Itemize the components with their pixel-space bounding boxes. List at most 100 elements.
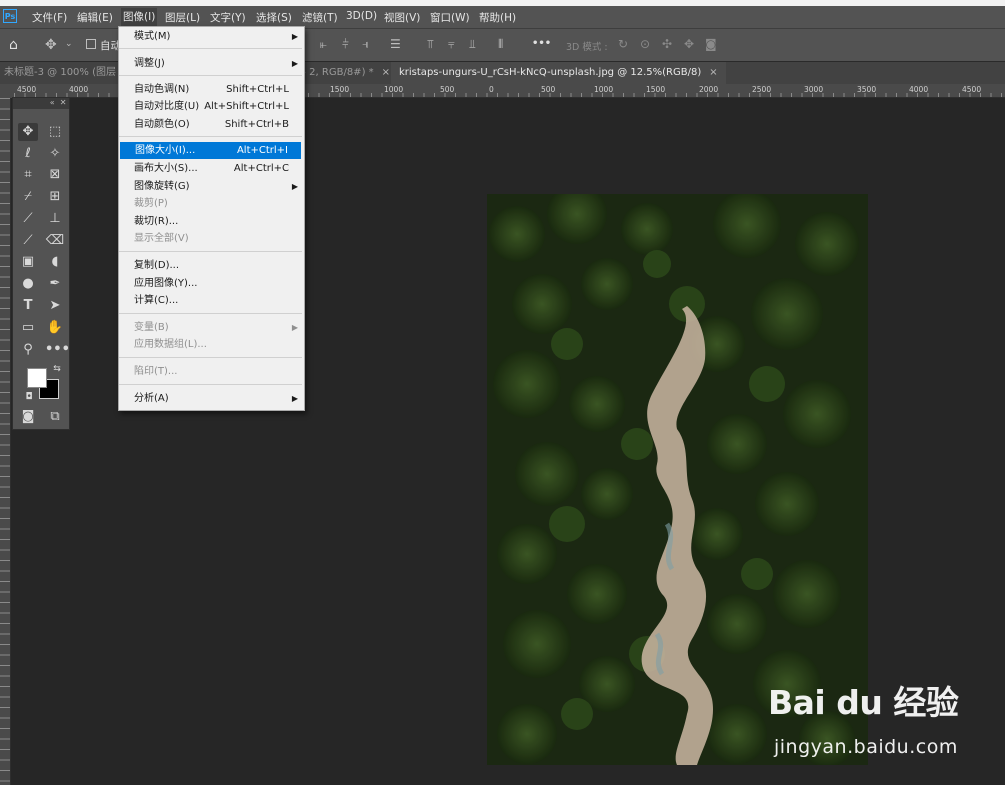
foreground-color-swatch[interactable] <box>27 368 47 388</box>
menu-3d[interactable]: 3D(D) <box>346 10 377 22</box>
brush-tool-icon[interactable]: ⟋ <box>18 210 38 228</box>
menu-edit[interactable]: 编辑(E) <box>77 10 113 25</box>
submenu-arrow-icon: ▶ <box>291 323 298 332</box>
blur-tool-icon[interactable]: ◖ <box>45 253 65 271</box>
menu-item-calculations[interactable]: 计算(C)... <box>119 292 302 309</box>
menu-select[interactable]: 选择(S) <box>256 10 292 25</box>
menu-item-mode[interactable]: 模式(M) ▶ <box>119 28 302 45</box>
menu-view[interactable]: 视图(V) <box>384 10 420 25</box>
default-colors-icon[interactable]: ◘ <box>23 388 35 406</box>
pen-tool-icon[interactable]: ✒ <box>45 275 65 293</box>
close-icon[interactable]: × <box>382 67 390 78</box>
ruler-label: 2500 <box>752 85 772 94</box>
gradient-tool-icon[interactable]: ▣ <box>18 253 38 271</box>
ruler-label: 1500 <box>330 85 350 94</box>
menu-item-crop[interactable]: 裁剪(P) <box>119 195 302 212</box>
3d-camera-icon[interactable]: ◙ <box>705 37 717 51</box>
watermark-site-text: jingyan.baidu.com <box>774 736 958 758</box>
3d-roll-icon[interactable]: ⊙ <box>640 37 650 51</box>
menu-item-trim[interactable]: 裁切(R)... <box>119 213 302 230</box>
3d-pan-icon[interactable]: ✣ <box>662 37 672 51</box>
move-tool-icon[interactable]: ✥ <box>18 123 38 141</box>
home-icon[interactable]: ⌂ <box>9 37 18 53</box>
align-middle-v-icon[interactable]: ⫧ <box>448 37 455 52</box>
align-right-icon[interactable]: ⫣ <box>362 37 369 52</box>
distribute-vertical-icon[interactable]: ⦀ <box>498 37 503 52</box>
menu-help[interactable]: 帮助(H) <box>479 10 516 25</box>
marquee-tool-icon[interactable]: ⬚ <box>45 123 65 141</box>
clone-stamp-tool-icon[interactable]: ⊥ <box>45 210 65 228</box>
tools-panel: « ✕ ✥ ⬚ ℓ ✧ ⌗ ⊠ ⌿ ⊞ ⟋ ⊥ ⟋ ⌫ ▣ ◖ ● ✒ T ➤ … <box>12 97 70 430</box>
eraser-tool-icon[interactable]: ⌫ <box>45 232 65 250</box>
hand-tool-icon[interactable]: ✋ <box>45 319 65 337</box>
menu-item-apply-data-set[interactable]: 应用数据组(L)... <box>119 336 302 353</box>
healing-brush-tool-icon[interactable]: ⊞ <box>45 188 65 206</box>
menu-separator <box>119 357 302 358</box>
path-selection-tool-icon[interactable]: ➤ <box>45 297 65 315</box>
ruler-label: 1000 <box>594 85 614 94</box>
menu-item-canvas-size[interactable]: 画布大小(S)... Alt+Ctrl+C <box>119 160 302 177</box>
3d-slide-icon[interactable]: ✥ <box>684 37 694 51</box>
frame-tool-icon[interactable]: ⊠ <box>45 166 65 184</box>
menu-item-image-rotation[interactable]: 图像旋转(G) ▶ <box>119 178 302 195</box>
3d-mode-label: 3D 模式 : <box>566 42 608 53</box>
menu-item-adjustments[interactable]: 调整(J) ▶ <box>119 55 302 72</box>
menu-item-reveal-all[interactable]: 显示全部(V) <box>119 230 302 247</box>
menu-separator <box>119 251 302 252</box>
history-brush-tool-icon[interactable]: ⟋ <box>18 232 38 250</box>
menu-filter[interactable]: 滤镜(T) <box>302 10 338 25</box>
zoom-tool-icon[interactable]: ⚲ <box>18 341 38 359</box>
menu-item-trap[interactable]: 陷印(T)... <box>119 363 302 380</box>
eyedropper-tool-icon[interactable]: ⌿ <box>18 188 38 206</box>
auto-select-checkbox[interactable] <box>86 39 96 49</box>
3d-orbit-icon[interactable]: ↻ <box>618 37 628 51</box>
menu-bar: Ps 文件(F) 编辑(E) 图像(I) 图层(L) 文字(Y) 选择(S) 滤… <box>0 6 1005 28</box>
menu-item-auto-tone[interactable]: 自动色调(N) Shift+Ctrl+L <box>119 81 302 98</box>
chevron-down-icon[interactable]: ⌄ <box>65 39 73 49</box>
tools-panel-header[interactable]: « ✕ <box>13 98 69 109</box>
close-icon[interactable]: ✕ <box>60 98 67 107</box>
menu-separator <box>119 48 302 49</box>
distribute-icon[interactable]: ☰ <box>390 37 401 51</box>
more-tools-icon[interactable]: ••• <box>45 341 70 359</box>
close-icon[interactable]: × <box>709 67 717 78</box>
lasso-tool-icon[interactable]: ℓ <box>18 145 38 163</box>
menu-item-variables[interactable]: 变量(B) ▶ <box>119 319 302 336</box>
menu-separator <box>119 384 302 385</box>
more-options-button[interactable]: ••• <box>532 38 551 49</box>
menu-item-auto-contrast[interactable]: 自动对比度(U) Alt+Shift+Ctrl+L <box>119 98 302 115</box>
menu-item-apply-image[interactable]: 应用图像(Y)... <box>119 275 302 292</box>
menu-item-auto-color[interactable]: 自动颜色(O) Shift+Ctrl+B <box>119 116 302 133</box>
rectangle-tool-icon[interactable]: ▭ <box>18 319 38 337</box>
menu-item-duplicate[interactable]: 复制(D)... <box>119 257 302 274</box>
vertical-ruler[interactable] <box>0 98 11 785</box>
screen-mode-icon[interactable]: ⧉ <box>45 408 65 426</box>
submenu-arrow-icon: ▶ <box>291 32 298 41</box>
align-bottom-icon[interactable]: ⫫ <box>469 37 476 52</box>
menu-layer[interactable]: 图层(L) <box>165 10 200 25</box>
menu-item-image-size[interactable]: 图像大小(I)... Alt+Ctrl+I <box>120 142 301 159</box>
crop-tool-icon[interactable]: ⌗ <box>18 166 38 184</box>
menu-file[interactable]: 文件(F) <box>32 10 67 25</box>
submenu-arrow-icon: ▶ <box>291 59 298 68</box>
type-tool-icon[interactable]: T <box>18 297 38 315</box>
menu-separator <box>119 75 302 76</box>
menu-window[interactable]: 窗口(W) <box>430 10 470 25</box>
swap-colors-icon[interactable]: ⇆ <box>51 360 63 378</box>
magic-wand-tool-icon[interactable]: ✧ <box>45 145 65 163</box>
align-left-icon[interactable]: ⫦ <box>320 37 327 52</box>
dodge-tool-icon[interactable]: ● <box>18 275 38 293</box>
tab-kristaps-photo[interactable]: kristaps-ungurs-U_rCsH-kNcQ-unsplash.jpg… <box>391 62 726 84</box>
collapse-icon[interactable]: « <box>50 98 55 107</box>
menu-image[interactable]: 图像(I) <box>121 8 158 26</box>
quick-mask-icon[interactable]: ◙ <box>18 408 38 426</box>
menu-item-analysis[interactable]: 分析(A) ▶ <box>119 390 302 407</box>
tab-untitled-3[interactable]: 未标题-3 @ 100% (图层 <box>4 62 116 84</box>
menu-separator <box>119 136 302 137</box>
align-center-h-icon[interactable]: ⫩ <box>342 37 349 52</box>
align-top-icon[interactable]: ⫪ <box>427 37 434 52</box>
tab-layer-2[interactable]: 层 2, RGB/8#) * × <box>296 62 390 84</box>
move-tool-icon[interactable]: ✥ <box>45 37 57 53</box>
ruler-label: 4000 <box>69 85 89 94</box>
menu-type[interactable]: 文字(Y) <box>210 10 246 25</box>
